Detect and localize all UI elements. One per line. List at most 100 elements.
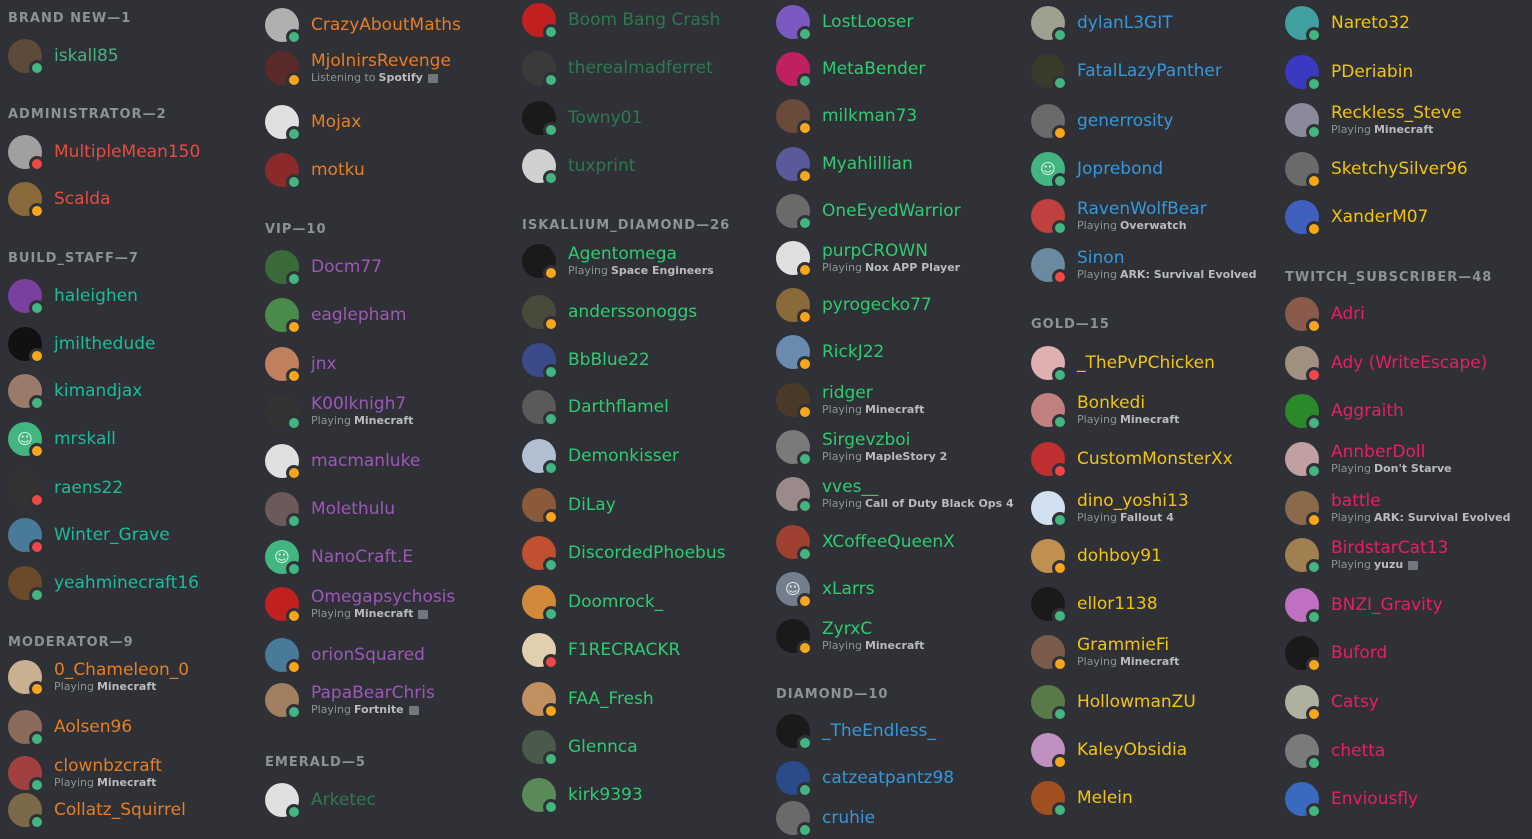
avatar[interactable] — [1031, 442, 1068, 479]
member-xlarrs[interactable]: ☺ xLarrs — [768, 568, 1018, 610]
avatar[interactable] — [522, 633, 559, 670]
avatar[interactable] — [1031, 346, 1068, 383]
member-name[interactable]: XanderM07 — [1331, 207, 1428, 227]
member-name[interactable]: anderssonoggs — [568, 302, 697, 322]
member-name[interactable]: purpCROWN — [822, 241, 960, 261]
member-name[interactable]: KaleyObsidia — [1077, 740, 1187, 760]
member-yeahminecraft16[interactable]: yeahminecraft16 — [0, 562, 250, 604]
member-name[interactable]: XCoffeeQueenX — [822, 532, 955, 552]
member-name[interactable]: Arketec — [311, 790, 376, 810]
member-rickj22[interactable]: RickJ22 — [768, 331, 1018, 373]
avatar[interactable] — [1285, 588, 1322, 625]
avatar[interactable] — [1031, 54, 1068, 91]
member-name[interactable]: F1RECRACKR — [568, 640, 680, 660]
member-name[interactable]: HollowmanZU — [1077, 692, 1196, 712]
avatar[interactable] — [265, 492, 302, 529]
member-0-chameleon-0[interactable]: 0_Chameleon_0 Playing Minecraft — [0, 656, 250, 698]
avatar[interactable] — [265, 347, 302, 384]
discord-default-avatar-icon[interactable]: ☺ — [265, 540, 302, 577]
avatar[interactable] — [8, 566, 45, 603]
avatar[interactable] — [1031, 539, 1068, 576]
member-molethulu[interactable]: Molethulu — [257, 488, 507, 530]
avatar[interactable] — [522, 3, 559, 40]
member-name[interactable]: dylanL3GIT — [1077, 13, 1173, 33]
avatar[interactable] — [8, 660, 45, 697]
avatar[interactable] — [1285, 636, 1322, 673]
member-winter-grave[interactable]: Winter_Grave — [0, 514, 250, 556]
member-name[interactable]: GrammieFi — [1077, 635, 1179, 655]
member-name[interactable]: DiLay — [568, 495, 616, 515]
member-catzeatpantz98[interactable]: catzeatpantz98 — [768, 757, 1018, 799]
member-sketchysilver96[interactable]: SketchySilver96 — [1277, 148, 1527, 190]
avatar[interactable] — [1031, 733, 1068, 770]
avatar[interactable] — [1285, 297, 1322, 334]
member-name[interactable]: milkman73 — [822, 106, 917, 126]
member-bonkedi[interactable]: Bonkedi Playing Minecraft — [1023, 389, 1273, 431]
avatar[interactable] — [1285, 200, 1322, 237]
member-cruhie[interactable]: cruhie — [768, 797, 1018, 839]
member-melein[interactable]: Melein — [1023, 777, 1273, 819]
member-buford[interactable]: Buford — [1277, 632, 1527, 674]
member-papabearchris[interactable]: PapaBearChris Playing Fortnite — [257, 679, 507, 721]
member-name[interactable]: DiscordedPhoebus — [568, 543, 725, 563]
member-name[interactable]: Demonkisser — [568, 446, 679, 466]
member-ady-writeescape[interactable]: Ady (WriteEscape) — [1277, 342, 1527, 384]
member-kaleyobsidia[interactable]: KaleyObsidia — [1023, 729, 1273, 771]
member-name[interactable]: Winter_Grave — [54, 525, 170, 545]
member-name[interactable]: 0_Chameleon_0 — [54, 660, 189, 680]
avatar[interactable] — [265, 394, 302, 431]
avatar[interactable] — [8, 518, 45, 555]
avatar[interactable] — [1031, 781, 1068, 818]
member-name[interactable]: mrskall — [54, 429, 116, 449]
avatar[interactable] — [522, 51, 559, 88]
member-scalda[interactable]: Scalda — [0, 178, 250, 220]
member-name[interactable]: Buford — [1331, 643, 1387, 663]
avatar[interactable] — [522, 149, 559, 186]
member-fatallazypanther[interactable]: FatalLazyPanther — [1023, 50, 1273, 92]
avatar[interactable] — [265, 683, 302, 720]
avatar[interactable] — [522, 295, 559, 332]
member-aggraith[interactable]: Aggraith — [1277, 390, 1527, 432]
member-boom-bang-crash[interactable]: Boom Bang Crash — [514, 0, 764, 41]
avatar[interactable] — [776, 5, 813, 42]
member-name[interactable]: _ThePvPChicken — [1077, 353, 1215, 373]
avatar[interactable] — [1031, 685, 1068, 722]
member-name[interactable]: xLarrs — [822, 579, 875, 599]
member-k00lknigh7[interactable]: K00lknigh7 Playing Minecraft — [257, 390, 507, 432]
member-agentomega[interactable]: Agentomega Playing Space Engineers — [514, 240, 764, 282]
member-custommonsterxx[interactable]: CustomMonsterXx — [1023, 438, 1273, 480]
member-name[interactable]: Nareto32 — [1331, 13, 1410, 33]
avatar[interactable] — [522, 682, 559, 719]
member-bnzi-gravity[interactable]: BNZI_Gravity — [1277, 584, 1527, 626]
member-name[interactable]: jnx — [311, 354, 337, 374]
member-enviousfly[interactable]: Enviousfly — [1277, 778, 1527, 820]
member-battle[interactable]: battle Playing ARK: Survival Evolved — [1277, 487, 1527, 529]
member-ravenwolfbear[interactable]: RavenWolfBear Playing Overwatch — [1023, 195, 1273, 237]
member-arketec[interactable]: Arketec — [257, 779, 507, 821]
member-joprebond[interactable]: ☺ Joprebond — [1023, 148, 1273, 190]
member-name[interactable]: tuxprint — [568, 156, 635, 176]
member-name[interactable]: cruhie — [822, 808, 875, 828]
avatar[interactable] — [776, 430, 813, 467]
member-clownbzcraft[interactable]: clownbzcraft Playing Minecraft — [0, 752, 250, 794]
avatar[interactable] — [522, 343, 559, 380]
member-metabender[interactable]: MetaBender — [768, 48, 1018, 90]
member-vves[interactable]: vves__ Playing Call of Duty Black Ops 4 — [768, 473, 1018, 515]
member-grammiefi[interactable]: GrammieFi Playing Minecraft — [1023, 631, 1273, 673]
avatar[interactable] — [265, 105, 302, 142]
member-name[interactable]: therealmadferret — [568, 58, 713, 78]
avatar[interactable] — [776, 99, 813, 136]
avatar[interactable] — [1031, 248, 1068, 285]
avatar[interactable] — [522, 488, 559, 525]
member-demonkisser[interactable]: Demonkisser — [514, 435, 764, 477]
avatar[interactable] — [776, 288, 813, 325]
member-name[interactable]: MultipleMean150 — [54, 142, 200, 162]
avatar[interactable] — [522, 101, 559, 138]
member-name[interactable]: NanoCraft.E — [311, 547, 413, 567]
member-name[interactable]: dohboy91 — [1077, 546, 1162, 566]
avatar[interactable] — [522, 439, 559, 476]
member-name[interactable]: motku — [311, 160, 365, 180]
member-name[interactable]: vves__ — [822, 477, 1014, 497]
member-dino-yoshi13[interactable]: dino_yoshi13 Playing Fallout 4 — [1023, 487, 1273, 529]
member-name[interactable]: AnnberDoll — [1331, 442, 1452, 462]
